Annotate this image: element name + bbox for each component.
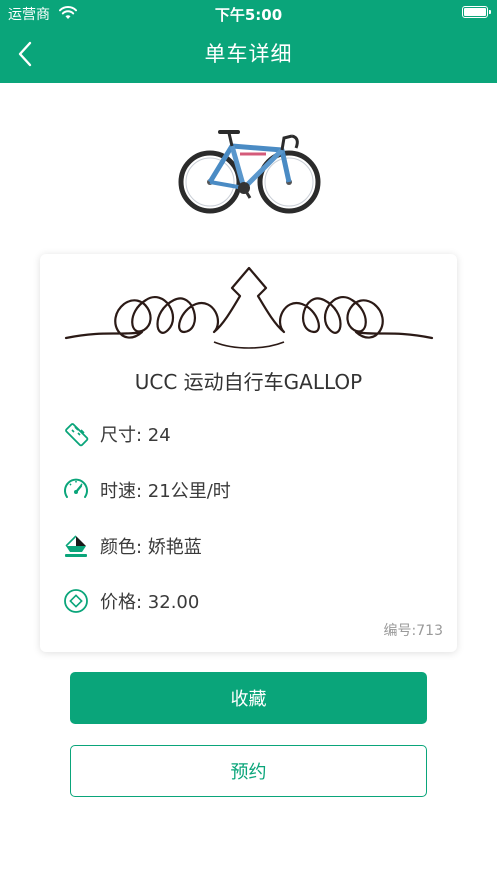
spec-size-text: 尺寸: 24 (100, 425, 171, 446)
spec-speed-text: 时速: 21公里/时 (100, 481, 231, 502)
price-tag-icon (62, 587, 90, 615)
spec-color-text: 颜色: 娇艳蓝 (100, 537, 202, 558)
spec-row-color: 颜色: 娇艳蓝 (62, 531, 202, 561)
spec-row-price: 价格: 32.00 (62, 586, 199, 616)
spec-row-size: 尺寸: 24 (62, 419, 171, 449)
status-bar: 运营商 下午5:00 (0, 0, 497, 26)
page-title: 单车详细 (204, 42, 293, 66)
status-time: 下午5:00 (214, 6, 283, 24)
ornament-divider (64, 260, 434, 358)
serial-number: 编号:713 (383, 623, 443, 639)
reserve-button[interactable]: 预约 (70, 745, 427, 797)
battery-icon (462, 6, 491, 18)
paint-bucket-icon (62, 532, 90, 560)
bike-name: UCC 运动自行车GALLOP (134, 370, 363, 394)
speedometer-icon (62, 476, 90, 504)
bike-detail-card: UCC 运动自行车GALLOP 尺寸: 24 时速: 21公里/时 颜色: 娇艳… (40, 254, 457, 652)
bicycle-image (174, 124, 324, 216)
spec-row-speed: 时速: 21公里/时 (62, 475, 231, 505)
nav-bar: 单车详细 (0, 26, 497, 83)
spec-price-text: 价格: 32.00 (100, 592, 200, 613)
favorite-button[interactable]: 收藏 (70, 672, 427, 724)
ruler-icon (62, 420, 90, 448)
